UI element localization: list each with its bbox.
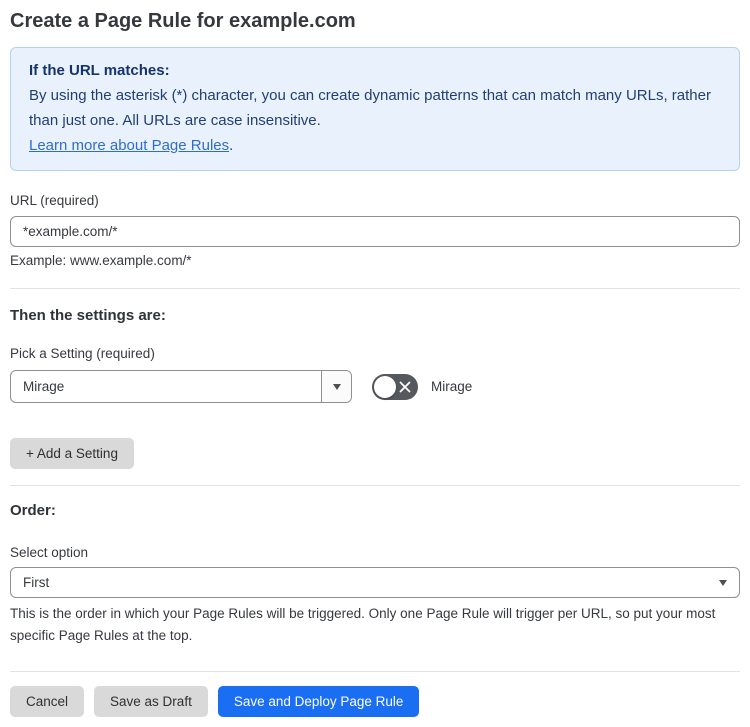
order-heading: Order:	[10, 502, 56, 519]
toggle-knob	[374, 375, 396, 398]
learn-more-link[interactable]: Learn more about Page Rules	[29, 137, 229, 154]
mirage-toggle[interactable]	[372, 373, 418, 400]
url-label: URL (required)	[10, 193, 99, 208]
setting-dropdown-arrow-button[interactable]	[321, 371, 351, 402]
footer-actions: Cancel Save as Draft Save and Deploy Pag…	[10, 686, 740, 717]
order-helper: This is the order in which your Page Rul…	[10, 606, 716, 643]
order-select-value: First	[23, 575, 50, 590]
create-page-rule-form: Create a Page Rule for example.com If th…	[0, 0, 750, 727]
info-box-body: By using the asterisk (*) character, you…	[29, 87, 711, 129]
toggle-label: Mirage	[431, 379, 473, 394]
caret-down-icon	[719, 579, 727, 586]
url-input[interactable]	[10, 216, 740, 247]
caret-down-icon	[332, 383, 341, 390]
pick-setting-label: Pick a Setting (required)	[10, 346, 155, 361]
setting-dropdown[interactable]: Mirage	[10, 370, 352, 403]
divider	[10, 288, 740, 289]
info-box-heading: If the URL matches:	[29, 62, 170, 79]
divider	[10, 671, 740, 672]
link-suffix: .	[229, 137, 234, 154]
url-match-info-box: If the URL matches: By using the asteris…	[10, 47, 740, 171]
settings-heading: Then the settings are:	[10, 307, 166, 324]
divider	[10, 485, 740, 486]
cancel-button[interactable]: Cancel	[10, 686, 85, 717]
select-option-label: Select option	[10, 545, 89, 560]
order-select[interactable]: First	[10, 567, 740, 598]
save-draft-button[interactable]: Save as Draft	[94, 686, 208, 717]
info-box-link-line: Learn more about Page Rules.	[29, 133, 721, 158]
x-icon	[399, 381, 411, 393]
page-title: Create a Page Rule for example.com	[10, 10, 356, 32]
setting-dropdown-value: Mirage	[23, 379, 65, 394]
setting-row: Mirage Mirage	[10, 370, 740, 403]
save-deploy-button[interactable]: Save and Deploy Page Rule	[217, 686, 420, 717]
add-setting-button[interactable]: + Add a Setting	[10, 438, 134, 469]
url-helper: Example: www.example.com/*	[10, 253, 192, 268]
